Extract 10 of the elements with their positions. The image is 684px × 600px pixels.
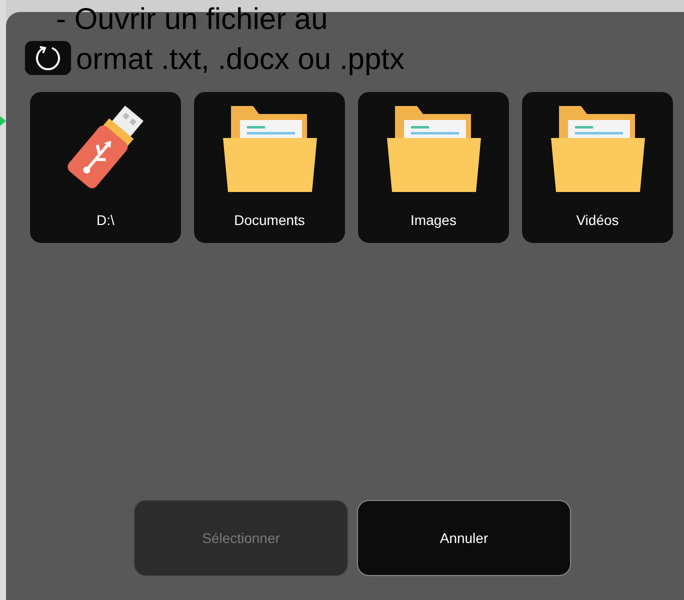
dialog-button[interactable]: Annuler: [357, 500, 571, 576]
slide-text-line: - Ouvrir un fichier au: [56, 2, 329, 38]
location-tile[interactable]: Documents: [193, 91, 346, 244]
refresh-icon: [34, 44, 62, 72]
location-tile[interactable]: D:\: [29, 91, 182, 244]
location-tile[interactable]: Vidéos: [521, 91, 674, 244]
location-tile[interactable]: Images: [357, 91, 510, 244]
refresh-button[interactable]: [24, 40, 72, 76]
slide-text-line: ormat .txt, .docx ou .pptx: [75, 42, 404, 78]
pointer-icon: [0, 116, 6, 126]
